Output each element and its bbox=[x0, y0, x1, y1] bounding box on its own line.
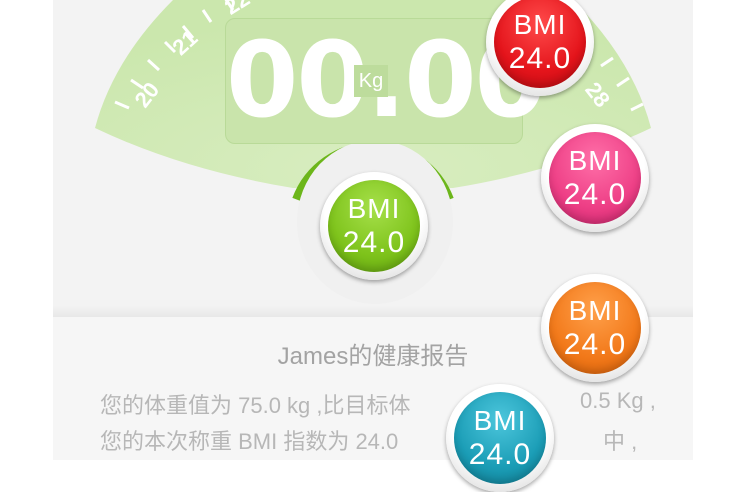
bmi-badge-orange-face: BMI 24.0 bbox=[549, 282, 641, 374]
bmi-value: 24.0 bbox=[508, 42, 572, 75]
bmi-badge-orange[interactable]: BMI 24.0 bbox=[541, 274, 649, 382]
bmi-value: 24.0 bbox=[342, 226, 406, 259]
bmi-value: 24.0 bbox=[563, 178, 627, 211]
report-line-weight: 您的体重值为 75.0 kg ,比目标体 bbox=[100, 393, 411, 418]
bmi-badge-green[interactable]: BMI 24.0 bbox=[320, 172, 428, 280]
bmi-badge-red-face: BMI 24.0 bbox=[494, 0, 586, 88]
bmi-label: BMI bbox=[568, 145, 622, 176]
bmi-label: BMI bbox=[347, 193, 401, 224]
report-line-weight-tail: 0.5 Kg , bbox=[580, 388, 656, 413]
bmi-label: BMI bbox=[568, 295, 622, 326]
report-line-bmi-tail: 中 , bbox=[603, 429, 638, 454]
bmi-badge-pink[interactable]: BMI 24.0 bbox=[541, 124, 649, 232]
weight-unit: Kg bbox=[354, 65, 388, 97]
report-line-bmi: 您的本次称重 BMI 指数为 24.0 bbox=[100, 429, 399, 454]
weight-display: 00.00 Kg bbox=[225, 18, 547, 144]
bmi-badge-teal-face: BMI 24.0 bbox=[454, 392, 546, 484]
bmi-badge-pink-face: BMI 24.0 bbox=[549, 132, 641, 224]
bmi-value: 24.0 bbox=[468, 438, 532, 471]
bmi-value: 24.0 bbox=[563, 328, 627, 361]
bmi-badge-green-face: BMI 24.0 bbox=[328, 180, 420, 272]
bmi-label: BMI bbox=[513, 9, 567, 40]
bmi-label: BMI bbox=[473, 405, 527, 436]
bmi-badge-teal[interactable]: BMI 24.0 bbox=[446, 384, 554, 492]
